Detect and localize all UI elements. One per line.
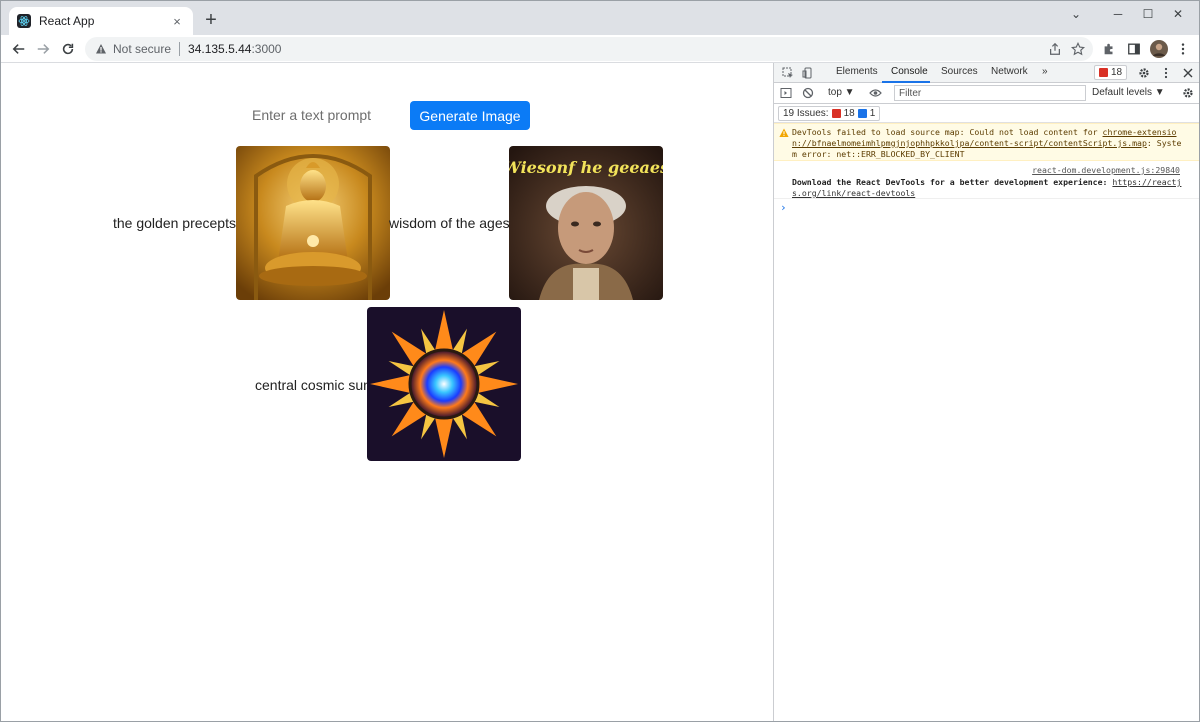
result-caption: central cosmic sun xyxy=(255,377,371,393)
console-filter-input[interactable] xyxy=(894,85,1086,101)
back-arrow-icon[interactable] xyxy=(9,39,29,59)
golden-buddha-image xyxy=(236,146,390,300)
url-text: 34.135.5.44:3000 xyxy=(188,42,281,56)
tab-title: React App xyxy=(39,14,95,28)
log-levels-dropdown[interactable]: Default levels ▼ xyxy=(1092,87,1165,98)
browser-window: React App × + ⌄ ─ ☐ ✕ Not secure 34.135.… xyxy=(0,0,1200,722)
warning-text: DevTools failed to load source map: Coul… xyxy=(792,127,1186,160)
cosmic-mandala-image xyxy=(367,307,521,461)
sidepanel-icon[interactable] xyxy=(1124,39,1144,59)
result-caption: wisdom of the ages xyxy=(389,215,510,231)
tab-elements[interactable]: Elements xyxy=(836,66,878,77)
tab-console[interactable]: Console xyxy=(891,66,928,77)
star-icon[interactable] xyxy=(1068,39,1088,59)
issues-row: 19 Issues: 18 1 xyxy=(774,104,1199,123)
context-selector[interactable]: top ▼ xyxy=(828,87,855,98)
issue-info-flag-icon xyxy=(857,109,867,118)
console-toolbar: top ▼ Default levels ▼ xyxy=(774,83,1199,104)
browser-toolbar: Not secure 34.135.5.44:3000 xyxy=(1,35,1199,63)
extensions-icon[interactable] xyxy=(1099,39,1119,59)
warning-icon xyxy=(779,128,789,137)
tab-search-chevron-icon[interactable]: ⌄ xyxy=(1065,5,1087,23)
kebab-menu-icon[interactable] xyxy=(1158,65,1174,81)
warning-triangle-icon xyxy=(96,44,106,54)
console-warning-message: DevTools failed to load source map: Coul… xyxy=(774,123,1199,161)
forward-arrow-icon[interactable] xyxy=(33,39,53,59)
clear-console-icon[interactable] xyxy=(800,85,816,101)
issues-label: 19 Issues: xyxy=(783,108,829,119)
issues-counter[interactable]: 19 Issues: 18 1 xyxy=(778,106,881,121)
log-text: Download the React DevTools for a better… xyxy=(792,177,1186,199)
console-prompt-chevron-icon[interactable]: › xyxy=(780,201,787,214)
tab-network[interactable]: Network xyxy=(991,66,1028,77)
tab-strip: React App × + ⌄ ─ ☐ ✕ xyxy=(1,1,1199,35)
device-toolbar-icon[interactable] xyxy=(800,65,816,81)
omnibox-divider xyxy=(179,42,181,56)
image-overlay-text: Wiesonf he geeaes xyxy=(509,158,663,177)
console-log-message: react-dom.development.js:29840 Download … xyxy=(774,163,1199,199)
close-window-button[interactable]: ✕ xyxy=(1167,5,1189,23)
error-count: 18 xyxy=(1111,67,1123,78)
more-tabs-chevron-icon[interactable]: » xyxy=(1042,66,1048,77)
url-host: 34.135.5.44 xyxy=(188,42,252,56)
share-icon[interactable] xyxy=(1045,39,1065,59)
maximize-button[interactable]: ☐ xyxy=(1137,5,1159,23)
issues-info-count: 1 xyxy=(869,108,876,119)
close-devtools-icon[interactable] xyxy=(1180,65,1196,81)
sidebar-toggle-icon[interactable] xyxy=(778,85,794,101)
reload-icon[interactable] xyxy=(58,39,78,59)
url-port: :3000 xyxy=(251,42,282,56)
log-source-link[interactable]: react-dom.development.js:29840 xyxy=(1032,165,1180,175)
issue-error-flag-icon xyxy=(831,109,841,118)
old-man-portrait-image: Wiesonf he geeaes xyxy=(509,146,663,300)
minimize-button[interactable]: ─ xyxy=(1107,5,1129,23)
security-status[interactable]: Not secure xyxy=(113,42,171,56)
devtools-tabbar: Elements Console Sources Network » 18 xyxy=(774,63,1199,83)
react-logo-icon xyxy=(17,14,31,28)
new-tab-button[interactable]: + xyxy=(201,9,221,31)
console-settings-gear-icon[interactable] xyxy=(1180,85,1196,101)
tab-react-app[interactable]: React App × xyxy=(9,7,193,35)
prompt-input[interactable] xyxy=(241,101,381,129)
error-flag-icon xyxy=(1099,68,1108,77)
issues-error-count: 18 xyxy=(843,108,855,119)
devtools-panel: Elements Console Sources Network » 18 to… xyxy=(773,63,1199,721)
error-count-badge[interactable]: 18 xyxy=(1094,65,1128,80)
settings-gear-icon[interactable] xyxy=(1136,65,1152,81)
tab-sources[interactable]: Sources xyxy=(941,66,978,77)
eye-icon[interactable] xyxy=(867,85,883,101)
inspect-element-icon[interactable] xyxy=(780,65,796,81)
menu-icon[interactable] xyxy=(1173,39,1193,59)
address-bar[interactable]: Not secure 34.135.5.44:3000 xyxy=(85,37,1093,61)
profile-avatar[interactable] xyxy=(1149,39,1169,59)
close-tab-icon[interactable]: × xyxy=(169,14,185,29)
result-caption: the golden precepts xyxy=(113,215,236,231)
log-message: Download the React DevTools for a better… xyxy=(792,177,1113,187)
page-viewport: Generate Image the golden precepts xyxy=(1,63,773,721)
generate-image-button[interactable]: Generate Image xyxy=(410,101,530,130)
warning-prefix: DevTools failed to load source map: Coul… xyxy=(792,127,1103,137)
